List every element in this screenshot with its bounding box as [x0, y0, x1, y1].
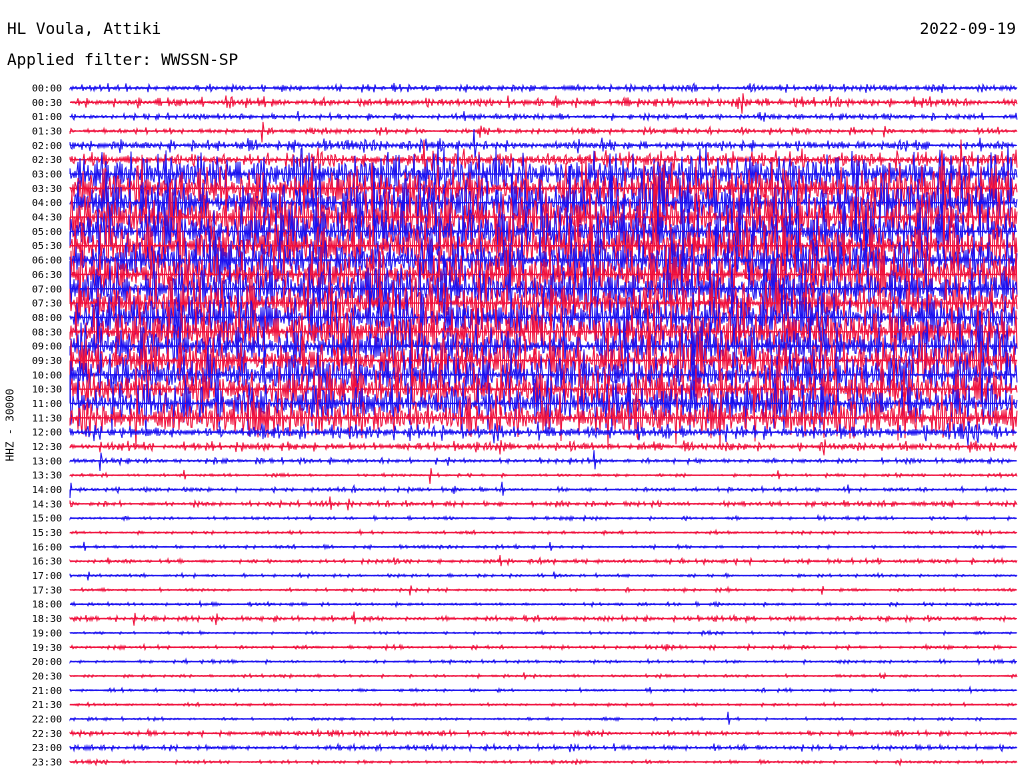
row-label-1200: 12:00	[32, 428, 62, 439]
row-label-1100: 11:00	[32, 399, 62, 410]
trace-0030	[69, 93, 1018, 114]
row-label-0300: 03:00	[32, 170, 62, 181]
row-label-0330: 03:30	[32, 184, 62, 195]
row-label-2030: 20:30	[32, 671, 62, 682]
trace-1230	[69, 439, 1018, 456]
row-label-1130: 11:30	[32, 413, 62, 424]
row-label-0930: 09:30	[32, 356, 62, 367]
trace-1330	[69, 468, 1018, 484]
row-label-1300: 13:00	[32, 456, 62, 467]
trace-group	[69, 82, 1018, 767]
row-label-1030: 10:30	[32, 385, 62, 396]
row-label-0700: 07:00	[32, 284, 62, 295]
row-label-1830: 18:30	[32, 614, 62, 625]
row-label-1730: 17:30	[32, 585, 62, 596]
row-label-0100: 01:00	[32, 112, 62, 123]
row-label-0900: 09:00	[32, 342, 62, 353]
trace-0200	[69, 128, 1018, 159]
row-label-0430: 04:30	[32, 213, 62, 224]
row-label-0130: 01:30	[32, 127, 62, 138]
row-label-1630: 16:30	[32, 557, 62, 568]
row-label-0730: 07:30	[32, 299, 62, 310]
row-label-0800: 08:00	[32, 313, 62, 324]
row-label-2300: 23:00	[32, 743, 62, 754]
row-label-1230: 12:30	[32, 442, 62, 453]
trace-0130	[69, 121, 1018, 143]
row-label-1900: 19:00	[32, 628, 62, 639]
trace-2200	[69, 711, 1018, 725]
row-label-2000: 20:00	[32, 657, 62, 668]
row-label-0600: 06:00	[32, 256, 62, 267]
row-label-1430: 14:30	[32, 499, 62, 510]
row-label-0530: 05:30	[32, 241, 62, 252]
row-label-2130: 21:30	[32, 700, 62, 711]
row-label-1500: 15:00	[32, 514, 62, 525]
row-label-0200: 02:00	[32, 141, 62, 152]
row-label-1700: 17:00	[32, 571, 62, 582]
row-label-2230: 22:30	[32, 729, 62, 740]
row-label-1330: 13:30	[32, 471, 62, 482]
row-label-2100: 21:00	[32, 686, 62, 697]
row-label-1600: 16:00	[32, 542, 62, 553]
helicorder-plot: 00:00 00:30 01:00 01:30 02:00 02:30 03:00 03:30…	[32, 82, 1018, 769]
row-label-1800: 18:00	[32, 600, 62, 611]
row-label-1530: 15:30	[32, 528, 62, 539]
row-label-1400: 14:00	[32, 485, 62, 496]
row-label-0030: 00:30	[32, 98, 62, 109]
row-label-0830: 08:30	[32, 327, 62, 338]
row-label-1930: 19:30	[32, 643, 62, 654]
row-label-0500: 05:00	[32, 227, 62, 238]
row-label-0630: 06:30	[32, 270, 62, 281]
row-label-0230: 02:30	[32, 155, 62, 166]
row-label-2330: 23:30	[32, 757, 62, 768]
row-label-0400: 04:00	[32, 198, 62, 209]
row-label-0000: 00:00	[32, 84, 62, 95]
row-label-2200: 22:00	[32, 714, 62, 725]
row-label-1000: 10:00	[32, 370, 62, 381]
row-label-group: 00:00 00:30 01:00 01:30 02:00 02:30 03:00 03:30…	[32, 84, 62, 769]
